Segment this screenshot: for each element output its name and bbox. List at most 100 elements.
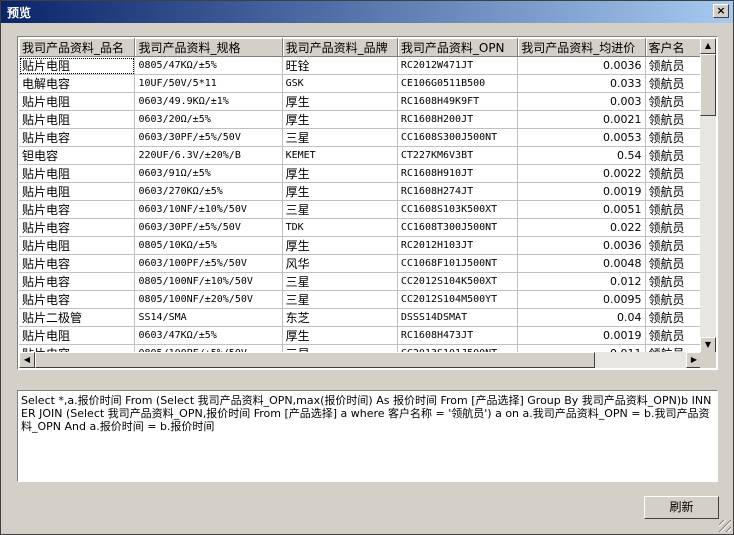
table-cell[interactable]: 三星 — [282, 200, 398, 219]
table-cell[interactable]: 贴片电容 — [19, 200, 136, 219]
table-cell[interactable]: RC2012H103JT — [397, 236, 519, 255]
table-cell[interactable]: 领航员 — [645, 146, 702, 165]
table-row[interactable]: 贴片电容 0805/100NF/±20%/50V 三星 CC2012S104M500Y… — [19, 290, 702, 309]
table-row[interactable]: 贴片电阻 0603/270KΩ/±5% 厚生 RC1608H274JT 0.0019 领航… — [19, 182, 702, 201]
column-header[interactable]: 我司产品资料_品名 — [19, 38, 136, 57]
table-cell[interactable]: RC1608H473JT — [397, 326, 519, 345]
table-row[interactable]: 贴片电容 0603/100PF/±5%/50V 风华 CC1068F101J500NT… — [19, 254, 702, 273]
table-cell[interactable]: 厚生 — [282, 164, 398, 183]
table-cell[interactable]: 领航员 — [645, 92, 702, 111]
table-cell[interactable]: 0.0019 — [517, 326, 646, 345]
table-cell[interactable]: 0.0021 — [517, 110, 646, 129]
table-cell[interactable]: 三星 — [282, 128, 398, 147]
table-cell[interactable]: CT227KM6V3BT — [397, 146, 519, 165]
table-cell[interactable]: 贴片二极管 — [19, 308, 136, 327]
table-row[interactable]: 贴片电阻 0805/10KΩ/±5% 厚生 RC2012H103JT 0.0036 领航员 — [19, 236, 702, 255]
table-row[interactable]: 贴片电容 0603/30PF/±5%/50V TDK CC1608T300J500NT… — [19, 218, 702, 237]
table-row[interactable]: 贴片电容 0603/30PF/±5%/50V 三星 CC1608S300J500NT 0… — [19, 128, 702, 147]
table-cell[interactable]: 三星 — [282, 272, 398, 291]
table-cell[interactable]: 贴片电阻 — [19, 110, 136, 129]
table-cell[interactable]: 0603/270KΩ/±5% — [134, 182, 283, 201]
table-cell[interactable]: 领航员 — [645, 272, 702, 291]
table-cell[interactable]: CE106G0511B500 — [397, 74, 519, 93]
table-cell[interactable]: RC1608H274JT — [397, 182, 519, 201]
column-header[interactable]: 我司产品资料_规格 — [134, 38, 283, 57]
column-header[interactable]: 我司产品资料_OPN — [397, 38, 519, 57]
table-row[interactable]: 贴片电容 0805/100NF/±10%/50V 三星 CC2012S104K500X… — [19, 272, 702, 291]
column-header[interactable]: 我司产品资料_均进价 — [517, 38, 646, 57]
table-cell[interactable]: 0.022 — [517, 218, 646, 237]
table-cell[interactable]: 0603/30PF/±5%/50V — [134, 218, 283, 237]
table-cell[interactable]: 0.0019 — [517, 182, 646, 201]
table-cell[interactable]: SS14/SMA — [134, 308, 283, 327]
table-cell[interactable]: 领航员 — [645, 110, 702, 129]
table-cell[interactable]: 领航员 — [645, 56, 702, 75]
table-row[interactable]: 贴片电容 0603/10NF/±10%/50V 三星 CC1608S103K500XT… — [19, 200, 702, 219]
title-bar[interactable]: 预览 × — [1, 1, 733, 23]
table-cell[interactable]: CC1608S300J500NT — [397, 128, 519, 147]
table-cell[interactable]: 三星 — [282, 290, 398, 309]
table-cell[interactable]: 0805/47KΩ/±5% — [134, 56, 283, 75]
table-cell[interactable]: 贴片电容 — [19, 218, 136, 237]
horizontal-scrollbar[interactable]: ◀ ▶ — [19, 352, 702, 368]
table-row[interactable]: 贴片电阻 0603/20Ω/±5% 厚生 RC1608H200JT 0.0021 领航员 — [19, 110, 702, 129]
data-grid[interactable]: 我司产品资料_品名 我司产品资料_规格 我司产品资料_品牌 我司产品资料_OPN 我司产… — [17, 36, 718, 370]
table-cell[interactable]: 0603/10NF/±10%/50V — [134, 200, 283, 219]
table-cell[interactable]: 0.04 — [517, 308, 646, 327]
refresh-button[interactable]: 刷新 — [644, 496, 719, 519]
column-header[interactable]: 我司产品资料_品牌 — [282, 38, 398, 57]
table-cell[interactable]: 0603/30PF/±5%/50V — [134, 128, 283, 147]
table-cell[interactable]: 贴片电阻 — [19, 326, 136, 345]
table-cell[interactable]: 0.0036 — [517, 236, 646, 255]
table-row[interactable]: 钽电容 220UF/6.3V/±20%/B KEMET CT227KM6V3BT 0.5… — [19, 146, 702, 165]
table-cell[interactable]: 0.0053 — [517, 128, 646, 147]
table-cell[interactable]: RC1608H910JT — [397, 164, 519, 183]
table-cell[interactable]: 领航员 — [645, 164, 702, 183]
table-cell[interactable]: 0.0022 — [517, 164, 646, 183]
table-cell[interactable]: 贴片电容 — [19, 272, 136, 291]
table-cell[interactable]: 厚生 — [282, 326, 398, 345]
table-cell[interactable]: 贴片电阻 — [19, 182, 136, 201]
table-cell[interactable]: 10UF/50V/5*11 — [134, 74, 283, 93]
table-cell[interactable]: 领航员 — [645, 236, 702, 255]
column-header[interactable]: 客户名 — [645, 38, 702, 57]
table-cell[interactable]: 0.0095 — [517, 290, 646, 309]
table-row[interactable]: 贴片电阻 0603/47KΩ/±5% 厚生 RC1608H473JT 0.0019 领航员 — [19, 326, 702, 345]
table-cell[interactable]: 领航员 — [645, 326, 702, 345]
table-cell[interactable]: RC2012W471JT — [397, 56, 519, 75]
table-cell[interactable]: 贴片电容 — [19, 254, 136, 273]
table-cell[interactable]: 厚生 — [282, 182, 398, 201]
table-cell[interactable]: 贴片电阻 — [19, 236, 136, 255]
table-cell[interactable]: 0603/20Ω/±5% — [134, 110, 283, 129]
table-cell[interactable]: CC1608S103K500XT — [397, 200, 519, 219]
table-cell[interactable]: 0805/10KΩ/±5% — [134, 236, 283, 255]
table-cell[interactable]: 0603/100PF/±5%/50V — [134, 254, 283, 273]
table-cell[interactable]: CC2012S104K500XT — [397, 272, 519, 291]
table-cell[interactable]: 电解电容 — [19, 74, 136, 93]
table-row[interactable]: 贴片电阻 0603/91Ω/±5% 厚生 RC1608H910JT 0.0022 领航员 — [19, 164, 702, 183]
table-cell[interactable]: 0805/100NF/±20%/50V — [134, 290, 283, 309]
table-cell[interactable]: 0.0051 — [517, 200, 646, 219]
table-cell[interactable]: 东芝 — [282, 308, 398, 327]
table-cell[interactable]: 0.0048 — [517, 254, 646, 273]
table-cell[interactable]: 0.012 — [517, 272, 646, 291]
table-cell[interactable]: GSK — [282, 74, 398, 93]
table-row[interactable]: 贴片二极管 SS14/SMA 东芝 DSSS14DSMAT 0.04 领航员 — [19, 308, 702, 327]
table-cell[interactable]: 领航员 — [645, 200, 702, 219]
table-cell[interactable]: 领航员 — [645, 254, 702, 273]
table-cell[interactable]: 领航员 — [645, 182, 702, 201]
table-cell[interactable]: 钽电容 — [19, 146, 136, 165]
table-cell[interactable]: 领航员 — [645, 290, 702, 309]
table-cell[interactable]: 0603/91Ω/±5% — [134, 164, 283, 183]
table-cell[interactable]: 旺铨 — [282, 56, 398, 75]
table-cell[interactable]: 贴片电容 — [19, 290, 136, 309]
table-cell[interactable]: 贴片电阻 — [19, 56, 136, 75]
table-cell[interactable]: CC1068F101J500NT — [397, 254, 519, 273]
table-cell[interactable]: KEMET — [282, 146, 398, 165]
table-cell[interactable]: 0603/47KΩ/±5% — [134, 326, 283, 345]
scroll-up-button[interactable]: ▲ — [700, 38, 716, 54]
table-cell[interactable]: 领航员 — [645, 128, 702, 147]
table-cell[interactable]: 220UF/6.3V/±20%/B — [134, 146, 283, 165]
table-cell[interactable]: 厚生 — [282, 92, 398, 111]
table-cell[interactable]: 0805/100NF/±10%/50V — [134, 272, 283, 291]
